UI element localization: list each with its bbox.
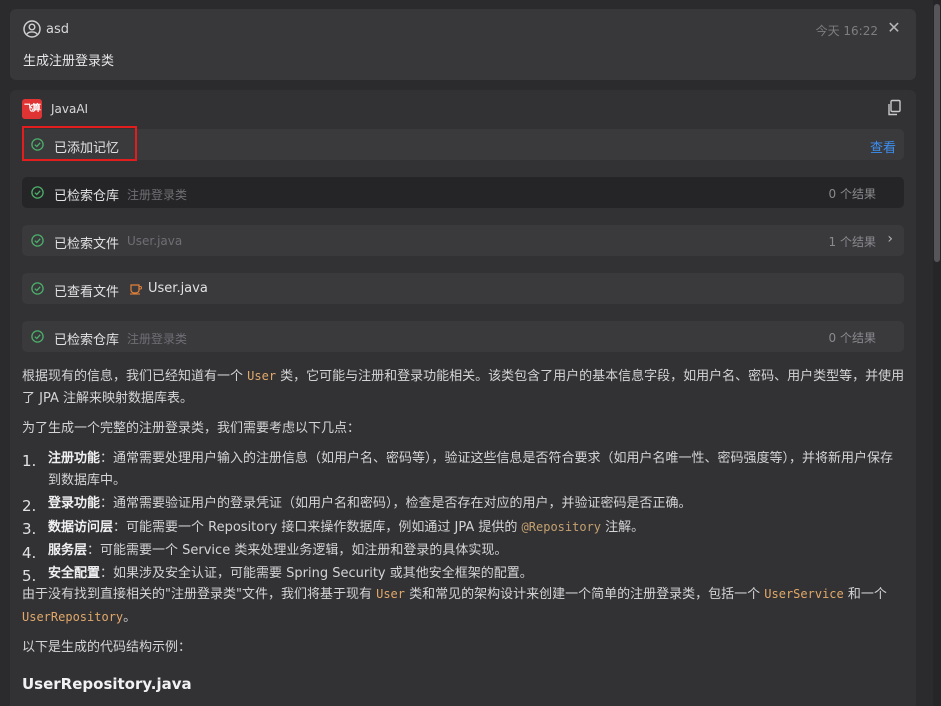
message-timestamp: 今天 16:22 (815, 24, 878, 38)
step-result-count: 0 个结果 (828, 187, 876, 201)
step-label: 已检索仓库 (54, 333, 120, 348)
chevron-right-icon[interactable]: › (887, 231, 893, 247)
list-item: 1. 注册功能：通常需要处理用户输入的注册信息（如用户名、密码等），验证这些信息是… (22, 451, 894, 488)
java-file-icon (130, 284, 143, 295)
step-query: 注册登录类 (127, 332, 188, 346)
check-circle-icon (31, 330, 44, 343)
user-message-text: 生成注册登录类 (23, 54, 115, 69)
inline-code: User (376, 587, 405, 601)
check-circle-icon (31, 282, 44, 295)
step-query: User.java (127, 234, 183, 248)
ai-response-card: 飞算 JavaAI 已添加记忆 查看 已检索仓库 注册登录类 0 个结果 已检索… (10, 90, 916, 706)
step-query: 注册登录类 (127, 188, 188, 202)
response-paragraph: 根据现有的信息，我们已经知道有一个 User 类，它可能与注册和登录功能相关。该… (22, 369, 905, 406)
response-content: 根据现有的信息，我们已经知道有一个 User 类，它可能与注册和登录功能相关。该… (22, 365, 906, 695)
inline-code: User (247, 369, 277, 383)
step-label: 已查看文件 (54, 285, 120, 300)
list-item: 3. 数据访问层：可能需要一个 Repository 接口来操作数据库，例如通过 … (22, 520, 645, 538)
javaai-logo: 飞算 (22, 99, 42, 119)
step-label: 已检索文件 (54, 237, 120, 252)
list-item: 5. 安全配置：如果涉及安全认证，可能需要 Spring Security 或其他… (22, 566, 533, 585)
inline-code: UserRepository (22, 610, 124, 624)
response-paragraph: 由于没有找到直接相关的"注册登录类"文件，我们将基于现有 User 类和常见的架… (22, 587, 887, 625)
step-view-file[interactable]: 已查看文件 User.java (22, 273, 904, 304)
step-search-repo[interactable]: 已检索仓库 注册登录类 0 个结果 (22, 177, 904, 208)
inline-code: @Repository (521, 520, 602, 534)
step-result-count: 0 个结果 (828, 331, 876, 345)
step-label: 已检索仓库 (54, 189, 120, 204)
check-circle-icon (31, 186, 44, 199)
user-avatar-icon (23, 20, 41, 38)
inline-code: UserService (764, 587, 844, 601)
step-search-repo-2[interactable]: 已检索仓库 注册登录类 0 个结果 (22, 321, 904, 352)
user-message-card: asd 今天 16:22 ✕ 生成注册登录类 (10, 9, 916, 80)
response-paragraph: 为了生成一个完整的注册登录类，我们需要考虑以下几点： (22, 421, 361, 436)
step-search-file[interactable]: 已检索文件 User.java 1 个结果 › (22, 225, 904, 256)
list-item: 4. 服务层：可能需要一个 Service 类来处理业务逻辑，如注册和登录的具体实… (22, 543, 508, 562)
list-item: 2. 登录功能：通常需要验证用户的登录凭证（如用户名和密码），检查是否存在对应的用… (22, 496, 692, 515)
code-file-heading: UserRepository.java (22, 675, 192, 693)
view-memory-link[interactable]: 查看 (870, 137, 896, 156)
response-paragraph: 以下是生成的代码结构示例： (22, 640, 192, 655)
scrollbar-track[interactable] (933, 0, 941, 706)
considerations-list: 1. 注册功能：通常需要处理用户输入的注册信息（如用户名、密码等），验证这些信息是… (22, 448, 906, 585)
scrollbar-thumb[interactable] (934, 4, 940, 262)
ai-name: JavaAI (51, 102, 89, 116)
user-name: asd (46, 22, 69, 37)
close-icon[interactable]: ✕ (886, 19, 902, 37)
step-memory-added[interactable]: 已添加记忆 查看 (22, 129, 904, 160)
step-result-count: 1 个结果 (828, 235, 876, 249)
viewed-file-name[interactable]: User.java (148, 281, 208, 296)
check-circle-icon (31, 234, 44, 247)
copy-icon[interactable] (886, 99, 902, 117)
highlight-annotation-box (22, 126, 137, 161)
